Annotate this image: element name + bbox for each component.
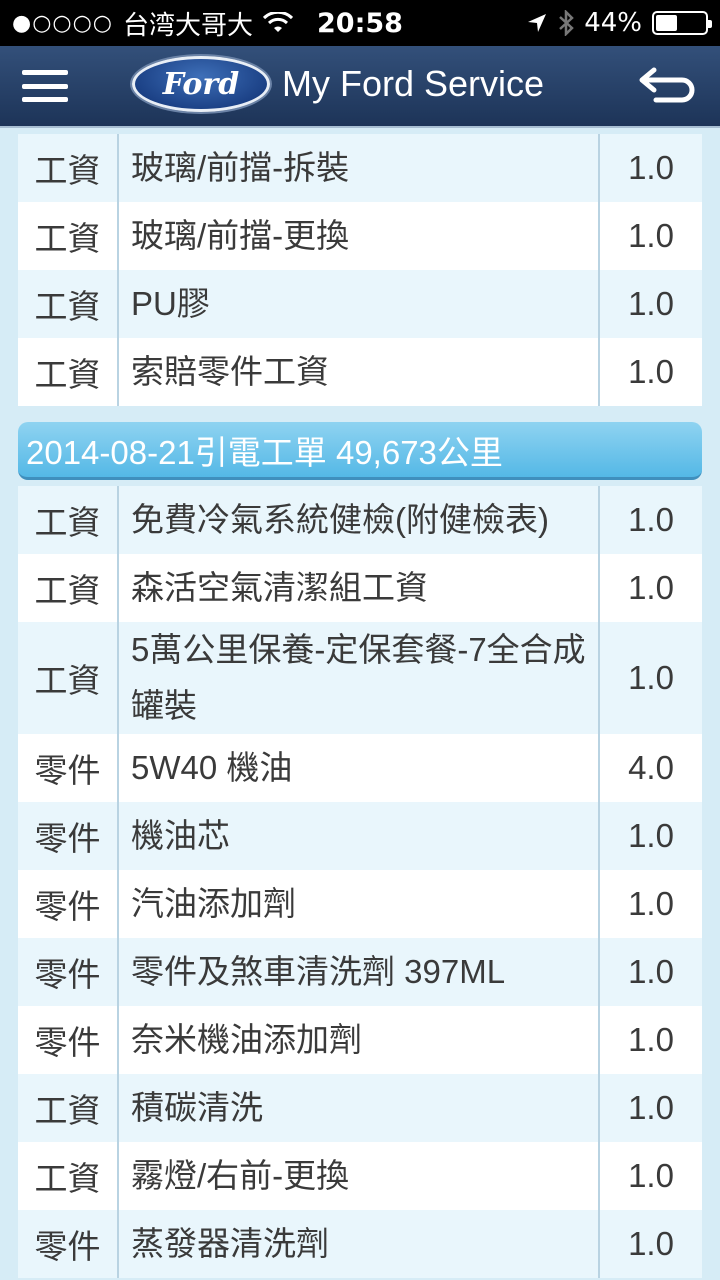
item-description: 索賠零件工資: [119, 338, 600, 406]
back-arrow-icon: [639, 67, 695, 103]
wifi-icon: [263, 12, 293, 34]
carrier-name: 台湾大哥大: [122, 10, 253, 41]
battery-icon: [652, 11, 712, 35]
item-quantity: 1.0: [628, 285, 674, 322]
table-row: 工資 5萬公里保養-定保套餐-7全合成罐裝 1.0: [18, 622, 702, 734]
item-description: 機油芯: [119, 802, 600, 870]
item-description: PU膠: [119, 270, 600, 338]
bluetooth-icon: [558, 10, 575, 36]
item-type: 工資: [18, 270, 119, 338]
app-title: My Ford Service: [282, 63, 545, 104]
status-bar: ●○○○○ 台湾大哥大 20:58 44%: [0, 0, 720, 46]
battery-percent: 44%: [584, 8, 642, 38]
table-row: 工資 玻璃/前擋-拆裝 1.0: [18, 134, 702, 202]
item-quantity: 1.0: [628, 953, 674, 990]
item-type: 工資: [18, 554, 119, 622]
item-type: 零件: [18, 938, 119, 1006]
table-row: 工資 索賠零件工資 1.0: [18, 338, 702, 406]
item-type: 工資: [18, 338, 119, 406]
item-type: 工資: [18, 622, 119, 734]
item-type: 工資: [18, 134, 119, 202]
item-quantity: 1.0: [628, 569, 674, 606]
item-quantity: 1.0: [628, 1021, 674, 1058]
table-row: 工資 積碳清洗 1.0: [18, 1074, 702, 1142]
item-description: 5萬公里保養-定保套餐-7全合成罐裝: [119, 622, 600, 734]
status-right: 44%: [526, 8, 712, 38]
service-record-list[interactable]: 工資 玻璃/前擋-拆裝 1.0 工資 玻璃/前擋-更換 1.0 工資 PU膠 1…: [0, 130, 720, 1280]
nav-bar: Ford My Ford Service: [0, 46, 720, 128]
item-type: 工資: [18, 202, 119, 270]
item-type: 零件: [18, 734, 119, 802]
location-icon: [526, 12, 548, 34]
item-description: 玻璃/前擋-拆裝: [119, 134, 600, 202]
item-quantity: 4.0: [628, 749, 674, 786]
menu-icon-bar: [22, 83, 68, 89]
signal-strength: ●○○○○: [12, 10, 113, 36]
item-description: 汽油添加劑: [119, 870, 600, 938]
table-row: 工資 霧燈/右前-更換 1.0: [18, 1142, 702, 1210]
item-description: 玻璃/前擋-更換: [119, 202, 600, 270]
ford-logo: Ford: [132, 56, 270, 112]
item-type: 零件: [18, 870, 119, 938]
table-row: 工資 免費冷氣系統健檢(附健檢表) 1.0: [18, 486, 702, 554]
item-description: 5W40 機油: [119, 734, 600, 802]
service-table-2: 工資 免費冷氣系統健檢(附健檢表) 1.0 工資 森活空氣清潔組工資 1.0 工…: [18, 486, 702, 1278]
item-description: 霧燈/右前-更換: [119, 1142, 600, 1210]
table-row: 零件 機油芯 1.0: [18, 802, 702, 870]
item-type: 工資: [18, 1074, 119, 1142]
item-description: 蒸發器清洗劑: [119, 1210, 600, 1278]
table-row: 工資 PU膠 1.0: [18, 270, 702, 338]
work-order-header[interactable]: 2014-08-21引電工單 49,673公里: [18, 422, 702, 480]
item-quantity: 1.0: [628, 817, 674, 854]
status-left: ●○○○○ 台湾大哥大: [12, 5, 293, 42]
menu-button[interactable]: [22, 66, 68, 106]
item-type: 工資: [18, 1142, 119, 1210]
table-row: 零件 蒸發器清洗劑 1.0: [18, 1210, 702, 1278]
item-description: 奈米機油添加劑: [119, 1006, 600, 1074]
item-quantity: 1.0: [628, 149, 674, 186]
brand: Ford My Ford Service: [132, 56, 544, 112]
battery-fill: [656, 15, 678, 31]
item-quantity: 1.0: [628, 885, 674, 922]
back-button[interactable]: [638, 64, 698, 108]
menu-icon-bar: [22, 70, 68, 75]
item-type: 零件: [18, 1006, 119, 1074]
item-description: 積碳清洗: [119, 1074, 600, 1142]
item-type: 零件: [18, 802, 119, 870]
table-row: 工資 森活空氣清潔組工資 1.0: [18, 554, 702, 622]
item-description: 森活空氣清潔組工資: [119, 554, 600, 622]
item-quantity: 1.0: [628, 659, 674, 696]
item-description: 免費冷氣系統健檢(附健檢表): [119, 486, 600, 554]
item-quantity: 1.0: [628, 1157, 674, 1194]
table-row: 零件 5W40 機油 4.0: [18, 734, 702, 802]
table-row: 工資 玻璃/前擋-更換 1.0: [18, 202, 702, 270]
table-row: 零件 汽油添加劑 1.0: [18, 870, 702, 938]
item-type: 零件: [18, 1210, 119, 1278]
item-quantity: 1.0: [628, 1225, 674, 1262]
service-table-1: 工資 玻璃/前擋-拆裝 1.0 工資 玻璃/前擋-更換 1.0 工資 PU膠 1…: [18, 134, 702, 406]
item-type: 工資: [18, 486, 119, 554]
item-quantity: 1.0: [628, 353, 674, 390]
item-description: 零件及煞車清洗劑 397ML: [119, 938, 600, 1006]
item-quantity: 1.0: [628, 1089, 674, 1126]
item-quantity: 1.0: [628, 501, 674, 538]
table-row: 零件 零件及煞車清洗劑 397ML 1.0: [18, 938, 702, 1006]
menu-icon-bar: [22, 97, 68, 102]
table-row: 零件 奈米機油添加劑 1.0: [18, 1006, 702, 1074]
item-quantity: 1.0: [628, 217, 674, 254]
